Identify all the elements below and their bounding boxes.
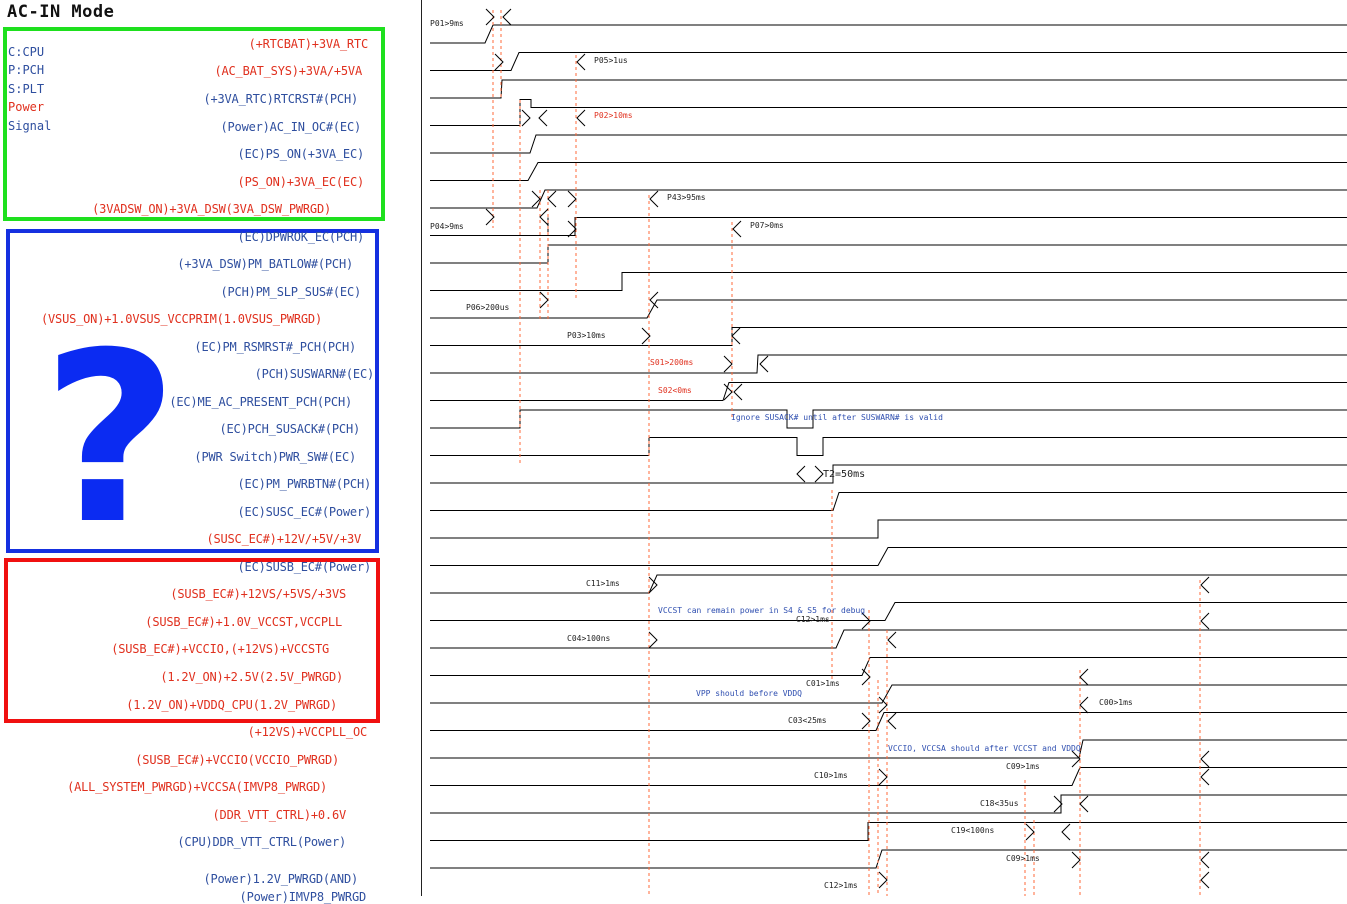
timing-arrow [547, 190, 557, 208]
timing-arrow [1079, 795, 1089, 813]
waveform [430, 822, 1347, 841]
timing-arrow [1079, 668, 1089, 686]
timing-annotation: P07>0ms [750, 221, 784, 230]
timing-arrow [494, 53, 504, 71]
timing-arrow [1200, 750, 1210, 768]
timing-annotation: Ignore SUSACK# until after SUSWARN# is v… [731, 413, 943, 422]
waveform [430, 24, 1347, 44]
timing-arrow [649, 190, 659, 208]
timing-arrow [1079, 696, 1089, 714]
timing-annotation: P06>200us [466, 303, 510, 312]
timing-arrow [759, 355, 769, 373]
timing-annotation: C11>1ms [586, 579, 620, 588]
timing-annotation: C10>1ms [814, 771, 848, 780]
timing-annotation: S01>200ms [650, 358, 694, 367]
timing-arrow [1200, 871, 1210, 889]
waveform [430, 217, 1347, 236]
timing-annotation: P43>95ms [667, 193, 706, 202]
timing-arrow [1025, 823, 1035, 841]
timing-annotation: P02>10ms [594, 111, 633, 120]
waveform [430, 134, 1347, 154]
waveform [430, 354, 1347, 374]
waveform [430, 657, 1347, 676]
timing-annotation: VCCIO, VCCSA should after VCCST and VDDQ [888, 744, 1081, 753]
waveform [430, 299, 1347, 319]
timing-arrow [567, 190, 577, 208]
timing-arrow [732, 220, 742, 238]
timing-arrow [539, 291, 549, 309]
waveform [430, 79, 1347, 99]
timing-annotation: C19<100ns [951, 826, 995, 835]
timing-arrow [878, 696, 888, 714]
timing-arrow [887, 631, 897, 649]
timing-annotation: C12>1ms [796, 615, 830, 624]
waveform [430, 99, 1347, 126]
waveform [430, 574, 1347, 594]
timing-annotation: P01>9ms [430, 19, 464, 28]
timing-arrow [648, 631, 658, 649]
timing-arrow [887, 712, 897, 730]
waveform [430, 244, 1347, 264]
timing-arrow [723, 355, 733, 373]
timing-annotation: C01>1ms [806, 679, 840, 688]
timing-annotation: C03<25ms [788, 716, 827, 725]
timing-annotation: S02<0ms [658, 386, 692, 395]
timing-arrow [1071, 750, 1081, 768]
waveform [430, 547, 1347, 566]
timing-arrow [539, 208, 549, 226]
waveform [430, 794, 1347, 814]
timing-annotation: C18<35us [980, 799, 1019, 808]
timing-arrow [814, 465, 824, 483]
timing-arrow [1200, 768, 1210, 786]
timing-arrow [878, 768, 888, 786]
waveform [430, 437, 1347, 456]
timing-arrow [1200, 851, 1210, 869]
waveform [430, 464, 1347, 484]
timing-diagram: P01>9ms P05>1us P02>10ms P43>95ms P04>9ms P07… [430, 8, 1347, 896]
timing-arrow [576, 53, 586, 71]
timing-annotation: C04>100ns [567, 634, 611, 643]
timing-annotation: C09>1ms [1006, 854, 1040, 863]
timing-arrow [796, 465, 806, 483]
waveform [430, 519, 1347, 539]
waveform [430, 602, 1347, 621]
waveform [430, 492, 1347, 511]
waveform [430, 849, 1347, 869]
timing-arrow [502, 8, 512, 26]
waveform [430, 52, 1347, 71]
timing-annotation: VPP should before VDDQ [696, 689, 802, 698]
waveform [430, 382, 1347, 401]
timing-annotation: T2=50ms [823, 469, 865, 480]
timing-arrow [1071, 851, 1081, 869]
timing-annotation: C12>1ms [824, 881, 858, 890]
waveform [430, 272, 1347, 291]
timing-annotation: VCCST can remain power in S4 & S5 for de… [658, 606, 865, 615]
timing-arrow [1200, 576, 1210, 594]
waveform [430, 767, 1347, 786]
waveform [430, 162, 1347, 181]
timing-arrow [1061, 823, 1071, 841]
timing-arrow [733, 383, 743, 401]
timing-arrow [731, 327, 741, 345]
timing-annotation: C00>1ms [1099, 698, 1133, 707]
timing-annotation: P03>10ms [567, 331, 606, 340]
timing-arrow [521, 109, 531, 127]
timing-arrow [576, 109, 586, 127]
timing-arrow [1200, 612, 1210, 630]
timing-arrow [878, 871, 888, 889]
timing-annotation: P04>9ms [430, 222, 464, 231]
waveform [430, 684, 1347, 704]
timing-arrow [538, 109, 548, 127]
timing-annotation: C09>1ms [1006, 762, 1040, 771]
waveform [430, 189, 1347, 209]
timing-annotation: P05>1us [594, 56, 628, 65]
